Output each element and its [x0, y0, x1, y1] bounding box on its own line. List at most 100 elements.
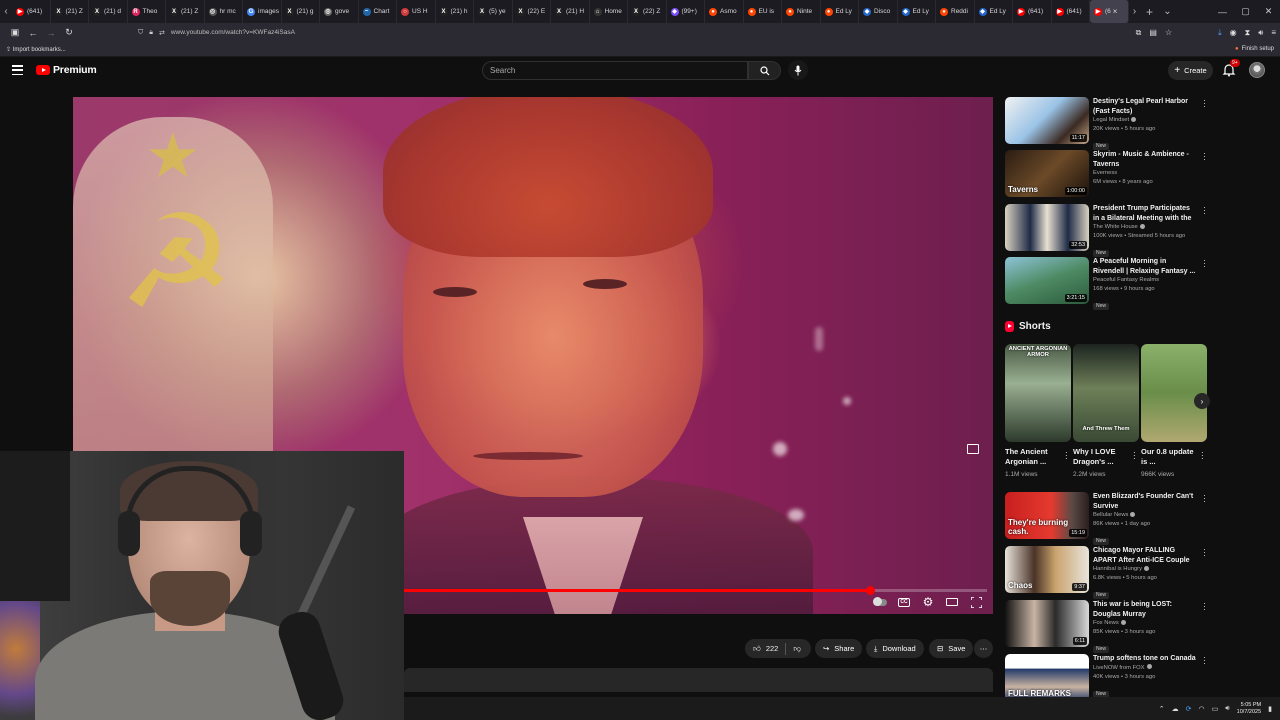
more-vert-icon[interactable]: · · ·: [1203, 204, 1206, 218]
browser-tab[interactable]: X (21) H: [551, 0, 590, 23]
browser-tab[interactable]: ▶ (641): [1052, 0, 1090, 23]
more-vert-icon[interactable]: · · ·: [1203, 257, 1206, 271]
theater-mode-button[interactable]: [945, 595, 959, 609]
like-button[interactable]: 👍︎ 222: [745, 642, 787, 655]
create-button[interactable]: + Create: [1168, 61, 1213, 80]
sync-icon[interactable]: ⟳: [1186, 705, 1192, 713]
browser-tab[interactable]: ▶ (6 ×: [1090, 0, 1129, 23]
autoplay-toggle[interactable]: [873, 595, 887, 609]
browser-tab[interactable]: X (21) g: [282, 0, 320, 23]
browser-tab[interactable]: ◆ Ed Ly: [898, 0, 936, 23]
address-bar[interactable]: ⛉ 🔒︎ ⇄ www.youtube.com/watch?v=KWFaz4iSa…: [132, 25, 1107, 40]
short-title[interactable]: Why I LOVE Dragon's ...: [1073, 447, 1131, 467]
reader-view-icon[interactable]: ▤: [1149, 28, 1157, 37]
channel-name[interactable]: Hannibal is Hungry: [1093, 565, 1198, 574]
channel-name[interactable]: Peaceful Fantasy Realms: [1093, 276, 1198, 285]
short-thumbnail[interactable]: And Threw Them: [1073, 344, 1139, 442]
video-thumbnail[interactable]: 32:53: [1005, 204, 1089, 251]
sidebar-toggle-icon[interactable]: ▣: [6, 23, 24, 42]
browser-tab[interactable]: ◎ hr mc: [205, 0, 243, 23]
browser-tab[interactable]: ● Asmo: [705, 0, 744, 23]
bookmark-star-icon[interactable]: ☆: [1165, 28, 1172, 37]
more-actions-button[interactable]: ⋯: [974, 639, 993, 658]
more-vert-icon[interactable]: · · ·: [1203, 492, 1206, 506]
browser-tab[interactable]: Gimages (: [243, 0, 282, 23]
minimize-button[interactable]: —: [1211, 0, 1234, 23]
browser-tab[interactable]: ● Ninte: [782, 0, 821, 23]
subtitles-button[interactable]: CC: [897, 595, 911, 609]
lock-icon[interactable]: 🔒︎: [149, 29, 153, 37]
video-title[interactable]: Even Blizzard's Founder Can't Survive: [1093, 492, 1198, 511]
description-box[interactable]: [404, 668, 993, 692]
video-thumbnail[interactable]: 3:21:15: [1005, 257, 1089, 304]
browser-tab[interactable]: X (21) Z: [51, 0, 89, 23]
notification-center-icon[interactable]: ▮: [1268, 705, 1272, 713]
more-vert-icon[interactable]: · · ·: [1133, 449, 1136, 463]
video-title[interactable]: Chicago Mayor FALLING APART After Anti-I…: [1093, 546, 1198, 565]
browser-tab[interactable]: X (5) ye: [474, 0, 513, 23]
clock[interactable]: 5:05 PM 10/7/2025: [1237, 702, 1261, 716]
forward-button[interactable]: →: [42, 23, 60, 42]
video-thumbnail[interactable]: 11:17: [1005, 97, 1089, 144]
cloud-icon[interactable]: ☁: [1172, 705, 1179, 713]
search-input[interactable]: Search: [482, 61, 748, 80]
browser-tab[interactable]: ◎ gove: [320, 0, 359, 23]
shorts-next-button[interactable]: ›: [1194, 393, 1210, 409]
more-vert-icon[interactable]: · · ·: [1201, 449, 1204, 463]
more-vert-icon[interactable]: · · ·: [1203, 600, 1206, 614]
display-icon[interactable]: ▭: [1212, 705, 1219, 713]
more-vert-icon[interactable]: · · ·: [1203, 654, 1206, 668]
menu-icon[interactable]: ≡: [1271, 28, 1276, 37]
reload-button[interactable]: ↻: [60, 23, 78, 42]
video-title[interactable]: Skyrim - Music & Ambience - Taverns: [1093, 150, 1198, 169]
recommended-video[interactable]: They're burning cash. 15:19 Even Blizzar…: [1005, 492, 1210, 545]
video-title[interactable]: President Trump Participates in a Bilate…: [1093, 204, 1198, 223]
volume-icon[interactable]: 🔊︎: [1225, 705, 1229, 713]
browser-tab[interactable]: X (22) Z: [628, 0, 667, 23]
voice-search-button[interactable]: [788, 60, 808, 80]
recommended-video[interactable]: 32:53 President Trump Participates in a …: [1005, 204, 1210, 257]
search-button[interactable]: [748, 61, 781, 80]
share-button[interactable]: ↪ Share: [815, 639, 863, 658]
new-tab-button[interactable]: +: [1141, 0, 1159, 23]
fullscreen-button[interactable]: [969, 595, 983, 609]
video-title[interactable]: This war is being LOST: Douglas Murray: [1093, 600, 1198, 619]
dislike-button[interactable]: 👎︎: [786, 644, 801, 654]
account-avatar[interactable]: [1249, 62, 1265, 78]
guide-menu-icon[interactable]: [12, 65, 23, 75]
picture-in-picture-icon[interactable]: ⧉: [1136, 28, 1142, 38]
recommended-video[interactable]: 11:17 Destiny's Legal Pearl Harbor (Fast…: [1005, 97, 1210, 150]
video-title[interactable]: A Peaceful Morning in Rivendell | Relaxi…: [1093, 257, 1198, 276]
channel-name[interactable]: Fox News: [1093, 619, 1198, 628]
maximize-button[interactable]: ▢: [1234, 0, 1257, 23]
channel-name[interactable]: Legal Mindset: [1093, 116, 1198, 125]
browser-tab[interactable]: X (21) d: [89, 0, 128, 23]
browser-tab[interactable]: ● Ed Ly: [821, 0, 859, 23]
video-thumbnail[interactable]: They're burning cash. 15:19: [1005, 492, 1089, 539]
youtube-logo[interactable]: Premium: [36, 64, 97, 76]
browser-tab[interactable]: ● EU is: [744, 0, 782, 23]
miniplayer-icon[interactable]: [967, 444, 979, 454]
more-vert-icon[interactable]: · · ·: [1203, 546, 1206, 560]
tray-overflow-chevron-icon[interactable]: ⌃: [1159, 705, 1165, 713]
video-title[interactable]: Destiny's Legal Pearl Harbor (Fast Facts…: [1093, 97, 1198, 116]
save-button[interactable]: ⊟ Save: [929, 639, 974, 658]
browser-tab[interactable]: ▶ (641): [1013, 0, 1052, 23]
recommended-video[interactable]: FULL REMARKS Trump softens tone on Canad…: [1005, 654, 1210, 702]
back-button[interactable]: ←: [24, 23, 42, 42]
browser-tab[interactable]: X (21) Z: [166, 0, 205, 23]
tab-list-scroll-right[interactable]: ›: [1129, 0, 1141, 23]
shield-icon[interactable]: ⛉: [138, 29, 143, 37]
browser-tab[interactable]: ~ Chart: [359, 0, 397, 23]
recommended-video[interactable]: 3:21:15 A Peaceful Morning in Rivendell …: [1005, 257, 1210, 310]
browser-tab[interactable]: ○ US H: [397, 0, 436, 23]
browser-tab[interactable]: ◆ Disco: [859, 0, 898, 23]
video-thumbnail[interactable]: Taverns 1:00:00: [1005, 150, 1089, 197]
channel-name[interactable]: Bellular News: [1093, 511, 1198, 520]
more-vert-icon[interactable]: · · ·: [1203, 150, 1206, 164]
video-title[interactable]: Trump softens tone on Canada: [1093, 654, 1198, 664]
download-button[interactable]: ⤓ Download: [866, 639, 924, 658]
browser-tab[interactable]: X (21) h: [436, 0, 474, 23]
video-thumbnail[interactable]: Chaos 9:37: [1005, 546, 1089, 593]
more-vert-icon[interactable]: · · ·: [1203, 97, 1206, 111]
